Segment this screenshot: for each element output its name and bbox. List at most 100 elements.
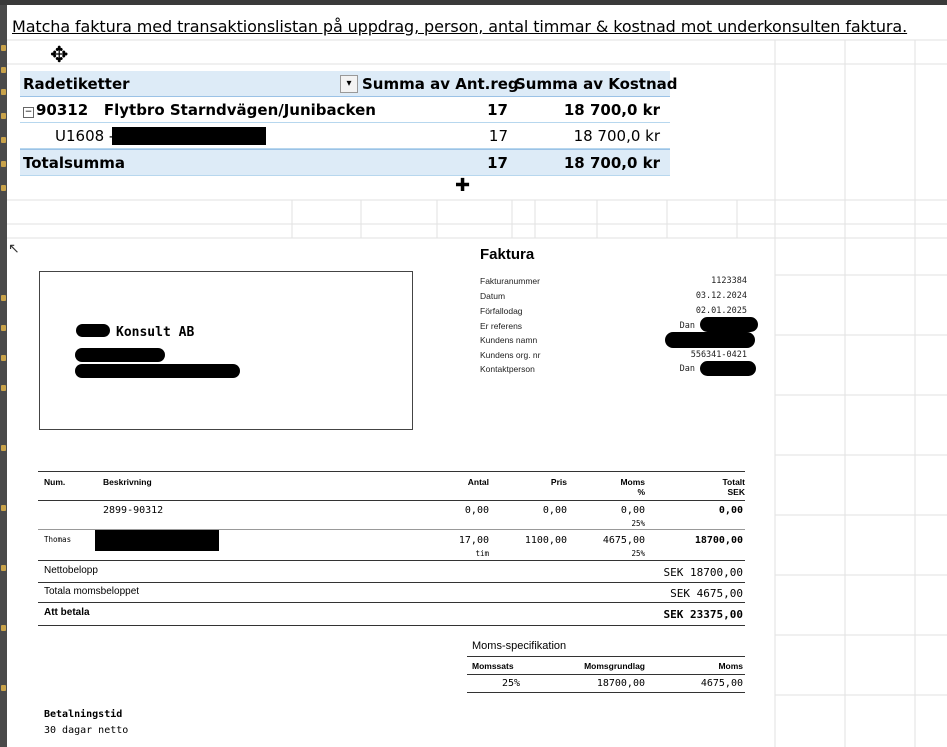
row2-num: Thomas bbox=[44, 535, 72, 544]
net-amount-value: SEK 18700,00 bbox=[663, 566, 743, 579]
row-labels-header[interactable]: Radetiketter bbox=[23, 75, 130, 93]
redaction-bar bbox=[112, 127, 266, 145]
row2-vat-pct: 25% bbox=[631, 549, 645, 558]
row-marker bbox=[1, 89, 6, 95]
meta-label: Förfallodag bbox=[480, 306, 523, 316]
vat-spec-rule bbox=[467, 692, 745, 693]
vat-header: Moms bbox=[718, 661, 743, 671]
move-cursor-icon: ✥ bbox=[50, 42, 69, 67]
summary-rule bbox=[38, 582, 745, 583]
summary-rule bbox=[38, 625, 745, 626]
vat-label: Moms bbox=[620, 477, 645, 487]
amount-due-label: Att betala bbox=[44, 607, 90, 618]
redaction-bar bbox=[76, 324, 110, 337]
instruction-heading: Matcha faktura med transaktionslistan på… bbox=[12, 17, 908, 36]
vat-spec-rule bbox=[467, 674, 745, 675]
row-marker bbox=[1, 385, 6, 391]
row2-qty-unit: tim bbox=[475, 549, 489, 558]
vat-base-value: 18700,00 bbox=[596, 678, 645, 689]
meta-value: Dan bbox=[679, 364, 695, 374]
col-desc-header: Beskrivning bbox=[103, 477, 152, 487]
meta-value: 556341-0421 bbox=[690, 350, 747, 360]
row-marker bbox=[1, 625, 6, 631]
meta-label: Datum bbox=[480, 291, 506, 301]
row1-vat: 0,00 bbox=[620, 505, 645, 516]
cost-sum-header[interactable]: Summa av Kostnad bbox=[515, 75, 678, 93]
redaction-bar bbox=[700, 317, 758, 332]
redaction-bar bbox=[665, 332, 755, 348]
vat-value: 4675,00 bbox=[700, 678, 743, 689]
total-label: Totalt bbox=[722, 477, 745, 487]
row2-price: 1100,00 bbox=[524, 535, 567, 546]
header-rule bbox=[38, 500, 745, 501]
summary-rule bbox=[38, 602, 745, 603]
col-vat-header: Moms% bbox=[620, 477, 645, 497]
company-name: Konsult AB bbox=[116, 325, 195, 340]
row-marker bbox=[1, 161, 6, 167]
row-marker bbox=[1, 67, 6, 73]
row-marker bbox=[1, 45, 6, 51]
pivot-header-row: Radetiketter ▾ Summa av Ant.reg Summa av… bbox=[20, 71, 678, 97]
pivot-group-row[interactable]: −90312 Flytbro Starndvägen/Junibacken 17… bbox=[20, 97, 670, 123]
row2-vat: 4675,00 bbox=[602, 535, 645, 546]
total-label: Totalsumma bbox=[23, 154, 125, 172]
pivot-table[interactable]: Radetiketter ▾ Summa av Ant.reg Summa av… bbox=[20, 71, 678, 176]
meta-label: Kontaktperson bbox=[480, 364, 535, 374]
meta-value: 03.12.2024 bbox=[695, 291, 747, 301]
vat-unit: % bbox=[637, 487, 645, 497]
payment-terms-title: Betalningstid bbox=[44, 709, 123, 720]
total-cost: 18 700,0 kr bbox=[563, 154, 660, 172]
payment-terms-value: 30 dagar netto bbox=[44, 725, 129, 736]
group-cost: 18 700,0 kr bbox=[563, 101, 660, 119]
row-marker bbox=[1, 185, 6, 191]
vat-spec-title: Moms-specifikation bbox=[472, 640, 567, 652]
row1-vat-pct: 25% bbox=[631, 519, 645, 528]
amount-due-value: SEK 23375,00 bbox=[663, 608, 743, 621]
meta-label: Kundens namn bbox=[480, 335, 538, 345]
invoice-title: Faktura bbox=[480, 246, 535, 263]
row-marker bbox=[1, 295, 6, 301]
vat-amount-value: SEK 4675,00 bbox=[670, 587, 743, 600]
col-price-header: Pris bbox=[550, 477, 567, 487]
group-label: 90312 Flytbro Starndvägen/Junibacken bbox=[36, 101, 376, 119]
net-amount-label: Nettobelopp bbox=[44, 565, 98, 576]
vat-spec-rule bbox=[467, 656, 745, 657]
item-cost: 18 700,0 kr bbox=[573, 127, 660, 145]
filter-dropdown-icon[interactable]: ▾ bbox=[340, 75, 358, 93]
table-top-rule bbox=[38, 471, 745, 472]
pointer-cursor-icon: ↖ bbox=[8, 240, 20, 256]
row-marker bbox=[1, 325, 6, 331]
row1-qty: 0,00 bbox=[464, 505, 489, 516]
meta-value: 02.01.2025 bbox=[695, 306, 747, 316]
vat-base-header: Momsgrundlag bbox=[584, 661, 645, 671]
redaction-bar bbox=[700, 361, 756, 376]
collapse-icon[interactable]: − bbox=[23, 107, 34, 118]
pivot-item-row[interactable]: U1608 - 17 18 700,0 kr bbox=[20, 123, 670, 149]
redaction-bar bbox=[75, 348, 165, 362]
col-qty-header: Antal bbox=[467, 477, 489, 487]
summary-rule bbox=[38, 560, 745, 561]
pivot-total-row[interactable]: Totalsumma 17 18 700,0 kr bbox=[20, 149, 670, 176]
row2-total: 18700,00 bbox=[694, 535, 743, 546]
row-marker bbox=[1, 137, 6, 143]
vat-rate-value: 25% bbox=[501, 678, 520, 689]
row-header-strip bbox=[0, 5, 7, 747]
group-hours: 17 bbox=[487, 101, 508, 119]
meta-label: Er referens bbox=[480, 321, 523, 331]
row-marker bbox=[1, 685, 6, 691]
total-hours: 17 bbox=[487, 154, 508, 172]
col-total-header: Totalt SEK bbox=[722, 477, 745, 497]
row1-price: 0,00 bbox=[542, 505, 567, 516]
row-marker bbox=[1, 505, 6, 511]
redaction-bar bbox=[95, 530, 219, 551]
meta-value: 1123384 bbox=[711, 276, 747, 286]
cell-select-cursor-icon: ✚ bbox=[455, 175, 471, 195]
row1-total: 0,00 bbox=[718, 505, 743, 516]
row-marker bbox=[1, 565, 6, 571]
hours-sum-header[interactable]: Summa av Ant.reg bbox=[362, 75, 519, 93]
item-hours: 17 bbox=[488, 127, 508, 145]
row-marker bbox=[1, 113, 6, 119]
row-marker bbox=[1, 355, 6, 361]
col-num-header: Num. bbox=[44, 477, 66, 487]
total-unit: SEK bbox=[727, 487, 745, 497]
